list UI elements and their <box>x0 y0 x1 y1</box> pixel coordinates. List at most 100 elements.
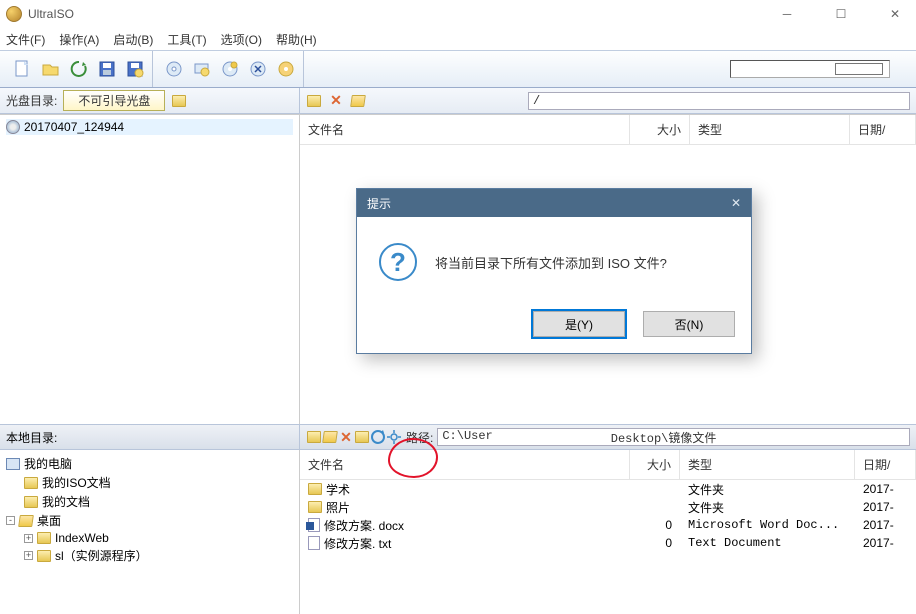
size-indicator <box>730 60 890 78</box>
expand-icon[interactable]: + <box>24 534 33 543</box>
dialog-titlebar: 提示 ✕ <box>357 189 751 217</box>
file-row[interactable]: 学术文件夹2017- <box>300 480 916 498</box>
local-path-redacted <box>497 428 607 446</box>
saveas-button[interactable] <box>124 58 146 80</box>
tree-desktop[interactable]: - 桌面 <box>6 511 293 530</box>
col2-size[interactable]: 大小 <box>630 450 680 479</box>
confirm-dialog: 提示 ✕ ? 将当前目录下所有文件添加到 ISO 文件? 是(Y) 否(N) <box>356 188 752 354</box>
file-row[interactable]: 修改方案. docx0Microsoft Word Doc...2017- <box>300 516 916 534</box>
file-type: 文件夹 <box>680 499 855 516</box>
local-dir-bar-right: ✕ 路径: C:\User Desktop\镜像文件 <box>300 424 916 450</box>
app-title: UltraISO <box>28 7 772 21</box>
convert-button[interactable] <box>219 58 241 80</box>
verify-button[interactable] <box>275 58 297 80</box>
tree-sl[interactable]: + sl（实例源程序） <box>24 546 293 565</box>
col-date[interactable]: 日期/ <box>850 115 916 144</box>
new-folder-icon[interactable] <box>350 93 366 109</box>
delete-icon[interactable]: ✕ <box>338 429 354 445</box>
save-button[interactable] <box>96 58 118 80</box>
up-folder-icon[interactable] <box>306 93 322 109</box>
col2-type[interactable]: 类型 <box>680 450 855 479</box>
addall-icon[interactable] <box>370 429 386 445</box>
close-button[interactable]: ✕ <box>880 4 910 24</box>
question-icon: ? <box>379 243 417 281</box>
open-button[interactable] <box>40 58 62 80</box>
disc-dir-bar: 光盘目录: 不可引导光盘 <box>0 88 300 114</box>
menu-start[interactable]: 启动(B) <box>113 31 153 48</box>
delete-red-icon[interactable]: ✕ <box>328 93 344 109</box>
expand-icon[interactable]: + <box>24 551 33 560</box>
folder-icon <box>37 550 51 562</box>
folder-icon <box>308 501 322 513</box>
boot-browse-icon[interactable] <box>171 93 187 109</box>
local-dir-label: 本地目录: <box>6 429 57 446</box>
iso-path-input[interactable] <box>528 92 910 110</box>
file-row[interactable]: 照片 文件夹2017- <box>300 498 916 516</box>
iso-tree-root[interactable]: 20170407_124944 <box>6 119 293 135</box>
up-icon[interactable] <box>306 429 322 445</box>
title-bar: UltraISO ─ ☐ ✕ <box>0 0 916 28</box>
dialog-message: 将当前目录下所有文件添加到 ISO 文件? <box>435 253 667 272</box>
menu-bar: 文件(F) 操作(A) 启动(B) 工具(T) 选项(O) 帮助(H) <box>0 28 916 50</box>
folder-icon <box>24 496 38 508</box>
word-icon <box>308 518 320 532</box>
local-tree-pane: 我的电脑 我的ISO文档 我的文档 - 桌面 + IndexWeb + <box>0 450 300 614</box>
yes-button[interactable]: 是(Y) <box>533 311 625 337</box>
main-toolbar <box>0 50 916 88</box>
boot-type-select[interactable]: 不可引导光盘 <box>63 90 165 111</box>
file-name: 照片 <box>326 499 350 516</box>
col-filename[interactable]: 文件名 <box>300 115 630 144</box>
file-row[interactable]: 修改方案. txt 0Text Document2017- <box>300 534 916 552</box>
newfolder2-icon[interactable] <box>354 429 370 445</box>
file-type: Text Document <box>680 536 855 550</box>
col-size[interactable]: 大小 <box>630 115 690 144</box>
disc-dir-label: 光盘目录: <box>6 92 57 109</box>
menu-file[interactable]: 文件(F) <box>6 31 45 48</box>
local-file-pane: 文件名 大小 类型 日期/ 学术文件夹2017-照片文件夹2017-修改方案. … <box>300 450 916 614</box>
new-button[interactable] <box>12 58 34 80</box>
col-type[interactable]: 类型 <box>690 115 850 144</box>
file-size: 0 <box>630 518 680 532</box>
menu-options[interactable]: 选项(O) <box>221 31 262 48</box>
maximize-button[interactable]: ☐ <box>826 4 856 24</box>
file-date: 2017- <box>855 536 916 550</box>
tree-my-docs[interactable]: 我的文档 <box>24 492 293 511</box>
no-button[interactable]: 否(N) <box>643 311 735 337</box>
settings-icon[interactable] <box>386 429 402 445</box>
compress-button[interactable] <box>247 58 269 80</box>
local-path-before[interactable]: C:\User <box>437 428 496 446</box>
file-type: Microsoft Word Doc... <box>680 518 855 532</box>
file-name: 修改方案. txt <box>324 535 391 552</box>
mount-button[interactable] <box>191 58 213 80</box>
app-icon <box>6 6 22 22</box>
dialog-close-button[interactable]: ✕ <box>731 196 741 210</box>
menu-operate[interactable]: 操作(A) <box>59 31 99 48</box>
col2-filename[interactable]: 文件名 <box>300 450 630 479</box>
burn-button[interactable] <box>163 58 185 80</box>
file-date: 2017- <box>855 518 916 532</box>
tree-iso-docs[interactable]: 我的ISO文档 <box>24 473 293 492</box>
local-dir-bar-left: 本地目录: <box>0 424 300 450</box>
folder-open-icon <box>18 515 34 527</box>
upper-right-toolbar: ✕ <box>300 88 916 114</box>
folder-icon <box>24 477 38 489</box>
refresh-button[interactable] <box>68 58 90 80</box>
forward-icon[interactable] <box>322 429 338 445</box>
iso-tree-root-label: 20170407_124944 <box>24 120 124 134</box>
tree-indexweb[interactable]: + IndexWeb <box>24 530 293 546</box>
dialog-title: 提示 <box>367 195 391 212</box>
disc-icon <box>6 120 20 134</box>
menu-help[interactable]: 帮助(H) <box>276 31 317 48</box>
tree-computer[interactable]: 我的电脑 <box>6 454 293 473</box>
folder-icon <box>37 532 51 544</box>
minimize-button[interactable]: ─ <box>772 4 802 24</box>
doc-icon <box>308 536 320 550</box>
file-type: 文件夹 <box>680 481 855 498</box>
local-path-after[interactable]: Desktop\镜像文件 <box>607 428 910 446</box>
menu-tools[interactable]: 工具(T) <box>167 31 206 48</box>
path-label: 路径: <box>406 429 433 446</box>
file-date: 2017- <box>855 500 916 514</box>
file-size: 0 <box>630 536 680 550</box>
col2-date[interactable]: 日期/ <box>855 450 916 479</box>
collapse-icon[interactable]: - <box>6 516 15 525</box>
